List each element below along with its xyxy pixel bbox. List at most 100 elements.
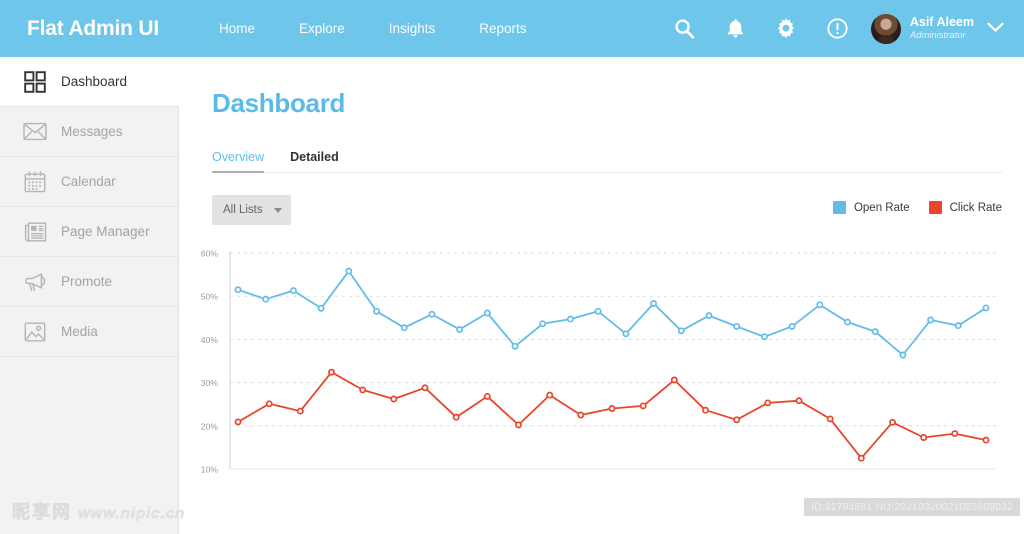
legend-swatch-open-rate — [832, 201, 846, 214]
sidebar-item-label: Promote — [61, 274, 113, 289]
data-point[interactable] — [705, 312, 713, 320]
nav-link-home[interactable]: Home — [219, 21, 255, 36]
data-point[interactable] — [234, 418, 242, 426]
data-point[interactable] — [515, 421, 522, 429]
notifications-button[interactable] — [710, 0, 761, 57]
y-axis-tick-label: 10% — [201, 465, 219, 475]
data-point[interactable] — [788, 322, 796, 330]
data-point[interactable] — [920, 434, 928, 441]
data-point[interactable] — [639, 402, 647, 410]
data-point[interactable] — [844, 318, 851, 326]
data-point[interactable] — [345, 267, 353, 275]
data-point[interactable] — [289, 287, 297, 295]
bell-icon — [726, 18, 745, 39]
legend-item-open-rate: Open Rate — [832, 201, 910, 214]
footer-watermark-area: 昵享网 www.nipic.cn ID:31794581 NO:202103200… — [0, 490, 1024, 534]
data-point[interactable] — [702, 406, 709, 414]
content-tabs: Overview Detailed — [212, 145, 1002, 173]
tab-overview[interactable]: Overview — [212, 150, 265, 173]
data-point[interactable] — [677, 327, 685, 335]
data-point[interactable] — [428, 310, 436, 318]
settings-button[interactable] — [761, 0, 812, 57]
data-point[interactable] — [733, 322, 741, 330]
data-point[interactable] — [982, 436, 990, 444]
data-point[interactable] — [733, 416, 741, 424]
chart-legend: Open Rate Click Rate — [832, 201, 1002, 214]
data-point[interactable] — [795, 397, 803, 405]
data-point[interactable] — [390, 395, 398, 403]
data-point[interactable] — [421, 384, 429, 392]
data-point[interactable] — [546, 391, 554, 399]
sidebar-item-label: Dashboard — [61, 74, 128, 89]
y-axis-tick-label: 50% — [201, 292, 219, 302]
y-axis-tick-label: 60% — [201, 249, 219, 259]
data-point[interactable] — [262, 295, 270, 303]
help-alert-button[interactable] — [812, 0, 863, 57]
nav-link-reports[interactable]: Reports — [479, 21, 526, 36]
sidebar-item-label: Messages — [61, 124, 123, 139]
list-filter-value: All Lists — [223, 204, 263, 216]
sidebar-item-label: Calendar — [61, 174, 116, 189]
data-point[interactable] — [566, 315, 574, 323]
series-line — [237, 270, 987, 356]
nav-link-explore[interactable]: Explore — [299, 21, 345, 36]
data-point[interactable] — [826, 415, 834, 423]
megaphone-icon — [22, 269, 48, 295]
list-filter-select[interactable]: All Lists — [212, 195, 291, 225]
data-point[interactable] — [328, 368, 335, 376]
chevron-down-icon[interactable] — [987, 20, 1004, 38]
calendar-icon — [22, 169, 48, 195]
data-point[interactable] — [760, 333, 768, 341]
data-point[interactable] — [608, 405, 616, 412]
data-point[interactable] — [982, 304, 990, 312]
data-point[interactable] — [951, 430, 959, 438]
search-button[interactable] — [659, 0, 710, 57]
data-point[interactable] — [594, 307, 602, 315]
sidebar-item-page-manager[interactable]: Page Manager — [0, 207, 178, 257]
data-point[interactable] — [577, 411, 585, 419]
data-point[interactable] — [670, 376, 678, 384]
envelope-icon — [22, 119, 48, 145]
avatar — [870, 13, 901, 44]
sidebar-item-calendar[interactable]: Calendar — [0, 157, 178, 207]
data-point[interactable] — [317, 304, 325, 312]
data-point[interactable] — [456, 326, 464, 333]
sidebar-item-messages[interactable]: Messages — [0, 107, 178, 157]
data-point[interactable] — [764, 399, 772, 407]
data-point[interactable] — [650, 300, 658, 307]
sidebar-item-promote[interactable]: Promote — [0, 257, 178, 307]
data-point[interactable] — [622, 330, 630, 338]
data-point[interactable] — [889, 418, 896, 426]
sidebar-item-dashboard[interactable]: Dashboard — [0, 57, 179, 107]
data-point[interactable] — [400, 324, 408, 332]
data-point[interactable] — [452, 413, 460, 421]
data-point[interactable] — [234, 286, 242, 294]
series-line — [237, 371, 987, 460]
data-point[interactable] — [359, 386, 367, 394]
data-point[interactable] — [483, 392, 491, 400]
user-menu[interactable]: Asif Aleem Administrator — [870, 13, 1010, 44]
data-point[interactable] — [816, 301, 824, 309]
nav-link-insights[interactable]: Insights — [389, 21, 436, 36]
data-point[interactable] — [373, 307, 380, 315]
data-point[interactable] — [511, 342, 519, 350]
sidebar-item-media[interactable]: Media — [0, 307, 178, 357]
y-axis-tick-label: 20% — [201, 421, 219, 431]
chart-toolbar: All Lists Open Rate Click Rate — [212, 195, 1002, 225]
data-point[interactable] — [265, 400, 273, 408]
data-point[interactable] — [296, 407, 304, 415]
data-point[interactable] — [899, 351, 907, 359]
watermark-cn-text: 昵享网 — [12, 502, 72, 523]
app-brand-logo[interactable]: Flat Admin UI — [27, 17, 159, 41]
data-point[interactable] — [927, 316, 935, 324]
main-content: Dashboard Overview Detailed All Lists Op… — [179, 57, 1024, 534]
legend-label: Open Rate — [853, 201, 910, 214]
image-id-tag: ID:31794581 NO:20210320021053609032 — [803, 498, 1020, 516]
tab-detailed[interactable]: Detailed — [290, 150, 339, 172]
chevron-down-icon — [274, 207, 282, 213]
data-point[interactable] — [539, 320, 547, 328]
data-point[interactable] — [954, 322, 962, 330]
data-point[interactable] — [857, 454, 865, 462]
data-point[interactable] — [483, 309, 491, 317]
data-point[interactable] — [871, 328, 879, 336]
